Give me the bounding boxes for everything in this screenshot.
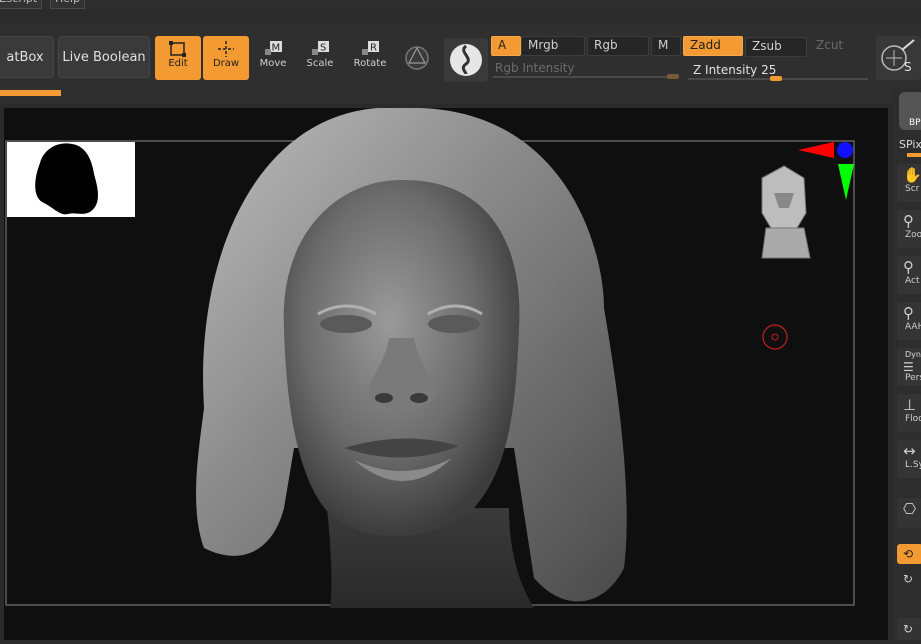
polyframe-icon: [405, 46, 429, 70]
rotate-label: Rotate: [353, 58, 387, 69]
zoom-button[interactable]: ⚲ Zoo: [897, 210, 921, 248]
rotate-z-icon: ↻: [903, 622, 914, 636]
symmetry-label: S: [904, 60, 912, 74]
spix-slider-icon[interactable]: [907, 153, 921, 157]
draw-icon: [218, 41, 234, 57]
svg-text:M: M: [272, 43, 281, 54]
move-button[interactable]: M Move: [250, 36, 296, 80]
aahalf-icon: ⚲: [903, 304, 914, 322]
camera-icon: ⎔: [903, 500, 917, 518]
edit-icon: [169, 41, 186, 57]
rotate-y-button[interactable]: ↻: [897, 568, 921, 608]
sculpt-render: [4, 107, 888, 640]
move-label: Move: [259, 58, 287, 69]
scale-label: Scale: [306, 58, 334, 69]
z-intensity-handle[interactable]: [770, 76, 782, 81]
menu-zscript[interactable]: Zscript: [0, 0, 43, 9]
actual-label: Act: [905, 276, 920, 286]
rgb-intensity-label: Rgb Intensity: [495, 61, 575, 75]
right-eye: [428, 315, 480, 333]
floor-icon: ⊥: [903, 396, 917, 414]
scroll-button[interactable]: ✋ Scr: [897, 164, 921, 202]
right-shelf: BP SPix ✋Scr ⚲Zoo ⚲Act ⚲AAH Dyna ☰ Pers …: [893, 88, 921, 640]
zoom-label: Zoo: [905, 230, 921, 240]
actual-zoom-icon: ⚲: [903, 258, 914, 276]
edit-label: Edit: [168, 58, 188, 69]
floor-label: Floo: [905, 414, 921, 424]
spix-label: SPix: [899, 138, 921, 151]
material-button[interactable]: [444, 38, 488, 82]
z-intensity-value: 25: [761, 63, 777, 77]
rgb-button[interactable]: Rgb: [587, 36, 649, 56]
zoom-icon: ⚲: [903, 212, 914, 230]
actual-button[interactable]: ⚲ Act: [897, 256, 921, 294]
rotate-icon: R: [362, 41, 379, 55]
svg-text:S: S: [320, 43, 326, 54]
perspective-label: Pers: [905, 373, 921, 383]
perspective-icon: ☰: [903, 360, 914, 374]
draw-label: Draw: [212, 58, 240, 69]
bpr-button[interactable]: BP: [899, 92, 921, 130]
z-intensity-slider[interactable]: [688, 76, 868, 81]
hand-icon: ✋: [903, 166, 921, 184]
z-intensity-text: Z Intensity: [693, 63, 758, 77]
bpr-label: BP: [909, 118, 921, 128]
scale-icon: S: [312, 41, 329, 55]
xyz-button[interactable]: ⟲: [897, 544, 921, 564]
document-canvas[interactable]: [4, 107, 888, 640]
left-nostril: [375, 393, 393, 403]
top-toolbar: atBox Live Boolean Edit Draw M Move S Sc…: [0, 24, 921, 104]
z-intensity-label: Z Intensity 25: [693, 63, 776, 77]
symmetry-button[interactable]: S: [876, 36, 921, 80]
polyframe-button[interactable]: [403, 44, 431, 72]
zadd-button[interactable]: Zadd: [683, 36, 743, 56]
right-nostril: [410, 393, 428, 403]
aahalf-button[interactable]: ⚲ AAH: [897, 302, 921, 340]
dynamic-label: Dyna: [905, 350, 921, 359]
gizmo-box-button[interactable]: atBox: [0, 36, 54, 78]
rgb-intensity-handle[interactable]: [667, 74, 679, 79]
zcut-button[interactable]: Zcut: [809, 36, 867, 56]
rotate-z-button[interactable]: ↻: [897, 618, 921, 640]
local-symmetry-button[interactable]: ↔L.Sy: [897, 440, 921, 478]
xyz-icon: ⟲: [903, 547, 914, 561]
scroll-label: Scr: [905, 184, 920, 194]
m-button[interactable]: M: [651, 36, 681, 56]
local-symmetry-label: L.Sy: [905, 460, 921, 470]
move-icon: M: [265, 41, 282, 55]
rgb-intensity-slider[interactable]: [493, 74, 679, 79]
floor-button[interactable]: ⊥ Floo: [897, 394, 921, 432]
z-axis-icon[interactable]: [837, 142, 853, 158]
rotate-y-icon: ↻: [903, 572, 914, 586]
zsub-button[interactable]: Zsub: [745, 37, 807, 57]
svg-text:R: R: [370, 43, 377, 54]
rotate-button[interactable]: R Rotate: [347, 36, 393, 80]
draw-button[interactable]: Draw: [203, 36, 249, 80]
mrgb-button[interactable]: Mrgb: [521, 36, 585, 56]
active-tab-indicator: [0, 90, 61, 96]
scale-button[interactable]: S Scale: [297, 36, 343, 80]
perspective-button[interactable]: Dyna ☰ Pers: [897, 348, 921, 386]
edit-button[interactable]: Edit: [155, 36, 201, 80]
live-boolean-button[interactable]: Live Boolean: [58, 36, 150, 78]
navigation-head-icon[interactable]: [761, 165, 811, 259]
menu-help[interactable]: Help: [50, 0, 86, 9]
aahalf-label: AAH: [905, 322, 921, 332]
material-sphere-icon: [450, 44, 482, 76]
left-eye: [320, 315, 372, 333]
local-symmetry-icon: ↔: [903, 442, 916, 460]
symmetry-icon: [881, 39, 915, 71]
mode-a-button[interactable]: A: [491, 36, 521, 56]
menu-bar: Zscript Help: [0, 0, 921, 10]
camera-button[interactable]: ⎔: [897, 498, 921, 528]
